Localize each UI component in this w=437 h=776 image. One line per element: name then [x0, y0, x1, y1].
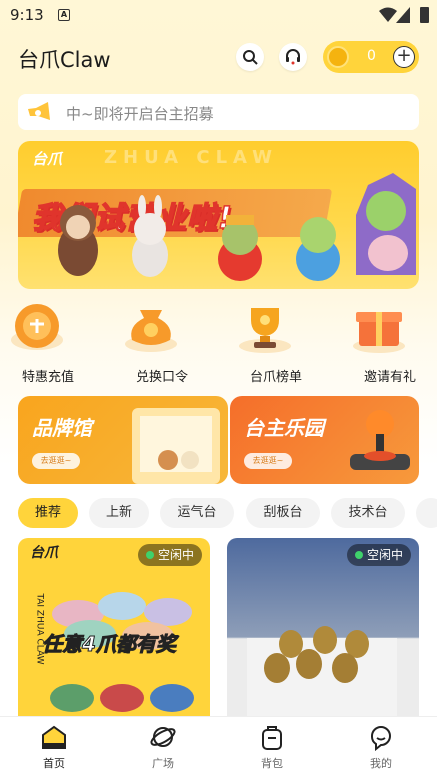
quick-nav-label: 特惠充值 [21, 370, 74, 385]
planet-icon [150, 727, 176, 747]
bottom-nav: 首页 广场 背包 我的 [0, 716, 437, 776]
app-header: 台爪Claw 0 + [0, 40, 437, 76]
quick-nav-label: 台爪榜单 [249, 370, 302, 385]
quick-nav-redeem[interactable]: 兑换口令 [122, 300, 202, 385]
nav-home[interactable]: 首页 [14, 717, 94, 776]
coin-count: 0 [367, 48, 376, 64]
coin-icon [327, 46, 349, 68]
nav-square[interactable]: 广场 [123, 717, 203, 776]
brand-hall-card[interactable]: 品牌馆 去逛逛~ [18, 396, 228, 484]
claw-machine-illustration [132, 408, 220, 484]
quick-nav-ranking[interactable]: 台爪榜单 [236, 300, 316, 385]
gift-box-icon [353, 312, 405, 353]
quick-nav-invite[interactable]: 邀请有礼 [350, 300, 430, 385]
machine-card[interactable]: 台爪 TAI ZHUA CLAW 任意4爪都有奖 空闲中 [18, 538, 210, 718]
notice-text: 中~即将开启台主招募 [66, 105, 214, 123]
nav-label: 首页 [43, 757, 65, 770]
tab-skill[interactable]: 技术台 [331, 498, 405, 528]
home-icon [42, 725, 66, 749]
recharge-coin-icon [11, 304, 63, 350]
nav-label: 广场 [152, 757, 174, 770]
coin-balance[interactable]: 0 + [323, 41, 419, 73]
prize-eggs-illustration [247, 626, 397, 718]
headset-icon [286, 49, 300, 65]
promo-title: 品牌馆 [32, 416, 92, 440]
card-brand: 台爪 [30, 545, 58, 561]
plush-toys-illustration [58, 173, 416, 281]
status-badge: 空闲中 [137, 544, 202, 566]
nav-label: 背包 [261, 757, 283, 770]
tab-new[interactable]: 上新 [89, 498, 149, 528]
customer-service-button[interactable] [279, 43, 307, 71]
promo-go-button[interactable]: 去逛逛~ [244, 453, 292, 469]
tab-pusher[interactable]: 刮板台 [246, 498, 320, 528]
megaphone-icon [28, 102, 50, 120]
backpack-icon [262, 726, 282, 750]
status-bar: 9:13 A [0, 0, 437, 30]
redeem-bag-icon [125, 310, 177, 352]
machine-card[interactable]: 空闲中 [227, 538, 419, 718]
quick-nav-label: 兑换口令 [135, 370, 188, 385]
joystick-illustration [350, 410, 410, 470]
quick-nav: 特惠充值 兑换口令 台爪榜单 邀请有礼 [0, 300, 437, 386]
promo-banner[interactable]: ZHUA CLAW 台爪 我们试营业啦! [18, 141, 419, 289]
nav-profile[interactable]: 我的 [341, 717, 421, 776]
notification-badge: A [58, 9, 70, 21]
trophy-icon [239, 308, 291, 353]
status-badge: 空闲中 [346, 544, 411, 566]
wifi-icon [379, 7, 397, 22]
nav-label: 我的 [370, 757, 392, 770]
quick-nav-recharge[interactable]: 特惠充值 [8, 300, 88, 385]
quick-nav-label: 邀请有礼 [363, 370, 416, 385]
add-coins-icon[interactable]: + [393, 46, 415, 68]
app-title: 台爪Claw [18, 48, 111, 72]
notice-bar[interactable]: 中~即将开启台主招募 [18, 94, 419, 130]
battery-icon [420, 7, 429, 23]
category-tabs: 推荐 上新 运气台 刮板台 技术台 [0, 498, 437, 528]
tab-more[interactable] [416, 498, 437, 528]
search-button[interactable] [236, 43, 264, 71]
card-slogan: 任意4爪都有奖 [42, 632, 177, 657]
tab-recommended[interactable]: 推荐 [18, 498, 78, 528]
promo-go-button[interactable]: 去逛逛~ [32, 453, 80, 469]
promo-title: 台主乐园 [244, 416, 324, 440]
status-time: 9:13 [10, 6, 44, 24]
host-park-card[interactable]: 台主乐园 去逛逛~ [230, 396, 419, 484]
tab-luck[interactable]: 运气台 [160, 498, 234, 528]
profile-icon [371, 726, 391, 751]
search-icon [243, 50, 258, 65]
signal-icon [396, 7, 410, 23]
nav-backpack[interactable]: 背包 [232, 717, 312, 776]
